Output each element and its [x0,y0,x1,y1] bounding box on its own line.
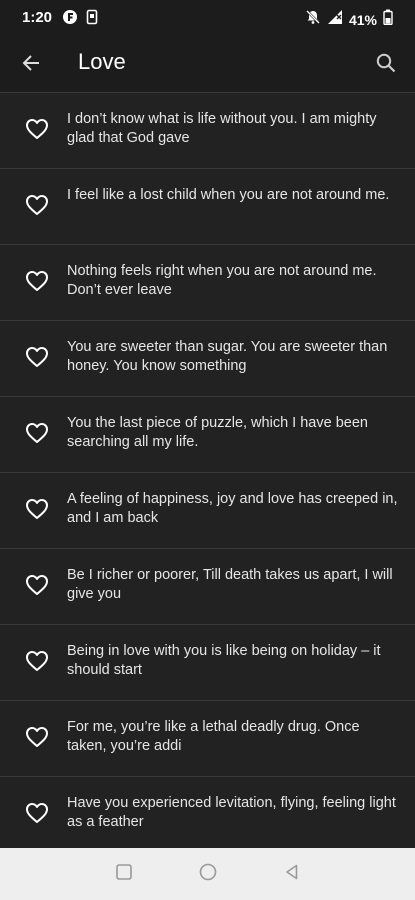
heart-outline-icon [25,118,49,145]
quote-list[interactable]: I don’t know what is life without you. I… [0,92,415,849]
device-notification-icon [86,9,98,30]
heart-outline-icon [25,498,49,525]
favorite-button[interactable] [24,422,50,449]
quote-text: You are sweeter than sugar. You are swee… [67,339,388,374]
arrow-left-icon [21,53,41,78]
system-back-button[interactable] [250,848,334,900]
heart-outline-icon [25,422,49,449]
quote-list-item[interactable]: For me, you’re like a lethal deadly drug… [0,701,415,777]
quote-text: I don’t know what is life without you. I… [67,111,377,146]
favorite-button[interactable] [24,574,50,601]
quote-list-item[interactable]: Have you experienced levitation, flying,… [0,777,415,849]
search-button[interactable] [369,48,403,82]
quote-text: For me, you’re like a lethal deadly drug… [67,719,360,754]
search-icon [375,52,397,79]
quote-list-item[interactable]: Be I richer or poorer, Till death takes … [0,549,415,625]
quote-text: Have you experienced levitation, flying,… [67,795,396,830]
quote-text: A feeling of happiness, joy and love has… [67,491,398,526]
status-bar: 1:20 41% [0,0,415,36]
heart-outline-icon [25,726,49,753]
heart-outline-icon [25,346,49,373]
square-icon [115,863,133,886]
app-bar: Love [0,36,415,92]
favorite-button[interactable] [24,270,50,297]
favorite-button[interactable] [24,650,50,677]
quote-list-item[interactable]: Nothing feels right when you are not aro… [0,245,415,321]
favorite-button[interactable] [24,802,50,829]
recents-button[interactable] [82,848,166,900]
quote-list-item[interactable]: A feeling of happiness, joy and love has… [0,473,415,549]
heart-outline-icon [25,270,49,297]
app-notification-icon [62,9,78,30]
quote-text: Be I richer or poorer, Till death takes … [67,567,393,602]
back-button[interactable] [14,48,48,82]
heart-outline-icon [25,574,49,601]
mute-icon [305,9,321,30]
quote-text: You the last piece of puzzle, which I ha… [67,415,368,450]
quote-list-item[interactable]: You the last piece of puzzle, which I ha… [0,397,415,473]
status-right-icons: 41% [305,9,393,30]
status-time: 1:20 [22,9,53,26]
quote-text: Being in love with you is like being on … [67,643,381,678]
quote-list-item[interactable]: Being in love with you is like being on … [0,625,415,701]
quote-list-item[interactable]: I feel like a lost child when you are no… [0,169,415,245]
favorite-button[interactable] [24,194,50,221]
page-title: Love [78,49,126,74]
battery-percent: 41% [348,11,377,28]
favorite-button[interactable] [24,118,50,145]
favorite-button[interactable] [24,346,50,373]
quote-list-item[interactable]: You are sweeter than sugar. You are swee… [0,321,415,397]
heart-outline-icon [25,194,49,221]
heart-outline-icon [25,650,49,677]
home-button[interactable] [166,848,250,900]
battery-icon [383,9,393,30]
heart-outline-icon [25,802,49,829]
signal-icon [327,9,343,30]
triangle-back-icon [283,863,301,886]
quote-list-item[interactable]: I don’t know what is life without you. I… [0,93,415,169]
quote-text: I feel like a lost child when you are no… [67,187,390,203]
quote-text: Nothing feels right when you are not aro… [67,263,377,298]
system-nav-bar [0,848,415,900]
circle-icon [198,862,218,887]
status-notification-icons [62,9,98,30]
screen: 1:20 41% Love I don’t know what is life … [0,0,415,900]
favorite-button[interactable] [24,726,50,753]
favorite-button[interactable] [24,498,50,525]
